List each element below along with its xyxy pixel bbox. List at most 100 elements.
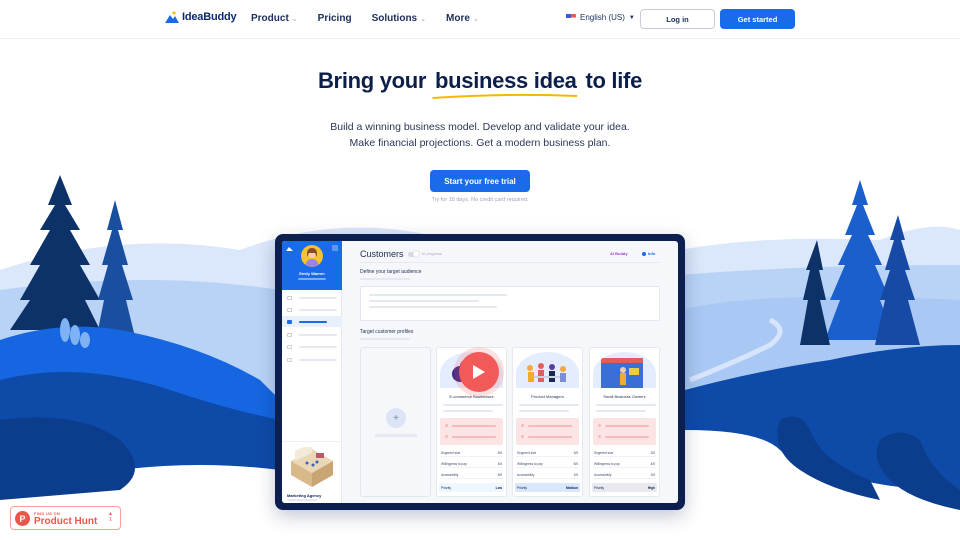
metric-row: Willingness to pay 5/5 bbox=[516, 460, 579, 468]
sidebar-item-customers[interactable] bbox=[282, 316, 342, 327]
info-button[interactable]: Info bbox=[642, 251, 655, 256]
language-selector[interactable]: English (US) ▼ bbox=[566, 13, 635, 22]
product-hunt-badge[interactable]: P FIND US ON Product Hunt ▲ 1 bbox=[10, 506, 121, 530]
placeholder-bar bbox=[596, 410, 646, 412]
metric-row: Segment size 5/5 bbox=[440, 449, 503, 457]
nav-product[interactable]: Product ⌄ bbox=[251, 13, 298, 24]
metric-value: 5/5 bbox=[497, 450, 502, 455]
priority-value: Low bbox=[495, 485, 502, 490]
profile-card-title: Product Managers bbox=[531, 394, 564, 399]
audience-textbox[interactable] bbox=[360, 286, 660, 321]
status-toggle[interactable] bbox=[408, 251, 419, 257]
document-icon bbox=[287, 344, 292, 349]
pain-points-box bbox=[440, 418, 503, 445]
metric-value: 3/5 bbox=[650, 450, 655, 455]
metric-label: Willingness to pay bbox=[517, 461, 543, 466]
hero-title-highlight: business idea bbox=[432, 68, 578, 99]
highlight-underline bbox=[432, 93, 578, 99]
placeholder-bar bbox=[452, 436, 496, 438]
play-video-button[interactable] bbox=[459, 352, 499, 392]
placeholder-bar bbox=[605, 436, 649, 438]
sidebar-item-2[interactable] bbox=[282, 304, 342, 315]
us-flag-icon bbox=[566, 14, 576, 21]
sidebar-item-4[interactable] bbox=[282, 329, 342, 340]
status-label: In progress bbox=[422, 251, 443, 256]
sidebar-item-label bbox=[299, 358, 337, 361]
metric-value: 5/5 bbox=[497, 472, 502, 477]
metric-label: Accessibility bbox=[517, 472, 535, 477]
sidebar-item-5[interactable] bbox=[282, 341, 342, 352]
add-profile-card[interactable]: + bbox=[360, 347, 431, 497]
placeholder-bar bbox=[287, 499, 317, 501]
get-started-button[interactable]: Get started bbox=[720, 9, 795, 29]
placeholder-bar bbox=[596, 404, 656, 406]
subtitle-line-2: Make financial projections. Get a modern… bbox=[349, 137, 611, 149]
sidebar-item-label bbox=[299, 333, 337, 336]
filter-icon bbox=[332, 245, 338, 251]
play-icon bbox=[473, 365, 485, 379]
priority-value: High bbox=[647, 485, 655, 490]
profile-card-title: E-commerce Businesses bbox=[449, 394, 494, 399]
nav-pricing-label: Pricing bbox=[317, 13, 352, 24]
placeholder-bar bbox=[452, 425, 496, 427]
sidebar-item-label bbox=[299, 345, 337, 348]
metric-label: Willingness to pay bbox=[441, 461, 467, 466]
metric-value: 5/5 bbox=[573, 461, 578, 466]
section-title-profiles: Target customer profiles bbox=[360, 329, 414, 335]
placeholder-bar bbox=[605, 425, 649, 427]
start-free-trial-button[interactable]: Start your free trial bbox=[430, 170, 530, 192]
nav-product-label: Product bbox=[251, 13, 289, 24]
metric-value: 2/5 bbox=[573, 472, 578, 477]
nav-pricing[interactable]: Pricing bbox=[318, 13, 352, 24]
metric-label: Segment size bbox=[517, 450, 537, 455]
metric-label: Segment size bbox=[441, 450, 461, 455]
placeholder-bar bbox=[369, 300, 479, 302]
metric-value: 3/5 bbox=[650, 472, 655, 477]
metric-row: Accessibility 3/5 bbox=[593, 471, 656, 479]
metric-row: Willingness to pay 4/5 bbox=[440, 460, 503, 468]
caret-down-icon: ▼ bbox=[628, 14, 635, 21]
nav-solutions[interactable]: Solutions ⌄ bbox=[372, 13, 426, 24]
placeholder-bar bbox=[443, 404, 503, 406]
logo-mountain-icon bbox=[165, 11, 179, 23]
bullet-dot bbox=[598, 435, 601, 438]
placeholder-bar bbox=[519, 410, 569, 412]
customers-icon bbox=[287, 319, 292, 324]
small-business-illustration bbox=[593, 352, 656, 388]
priority-value: Medium bbox=[565, 485, 578, 490]
sidebar-idea-card[interactable]: Marketing Agency bbox=[282, 441, 342, 503]
placeholder-bar bbox=[375, 434, 417, 437]
upvote-number: 1 bbox=[109, 517, 112, 523]
priority-label: Priority bbox=[441, 485, 451, 490]
priority-label: Priority bbox=[517, 485, 527, 490]
metric-label: Segment size bbox=[594, 450, 614, 455]
hero-title-post: to life bbox=[585, 68, 643, 93]
nav-more[interactable]: More ⌄ bbox=[446, 13, 479, 24]
brand-name: IdeaBuddy bbox=[182, 11, 237, 23]
sidebar-item-label bbox=[299, 320, 327, 323]
metric-row: Segment size 3/5 bbox=[516, 449, 579, 457]
profile-card[interactable]: Small Business Owners Segment size 3/5 Wi… bbox=[589, 347, 660, 497]
trial-note: Try for 15 days. No credit card required… bbox=[431, 197, 529, 203]
priority-row: Priority High bbox=[592, 483, 657, 492]
sidebar-item-label bbox=[299, 296, 337, 299]
language-label: English (US) bbox=[580, 13, 625, 22]
plus-icon: + bbox=[386, 408, 406, 428]
login-button[interactable]: Log in bbox=[640, 9, 715, 29]
avatar bbox=[301, 245, 323, 267]
metric-value: 4/5 bbox=[497, 461, 502, 466]
brand-logo[interactable]: IdeaBuddy bbox=[165, 11, 237, 23]
divider bbox=[360, 262, 660, 263]
sidebar-item-home[interactable] bbox=[282, 292, 342, 303]
profile-card[interactable]: Product Managers Segment size 3/5 Willing… bbox=[512, 347, 583, 497]
product-hunt-name: Product Hunt bbox=[34, 516, 98, 527]
chevron-down-icon: ⌄ bbox=[472, 15, 479, 23]
bullet-dot bbox=[521, 435, 524, 438]
sidebar-item-6[interactable] bbox=[282, 354, 342, 365]
priority-row: Priority Low bbox=[439, 483, 504, 492]
metric-label: Willingness to pay bbox=[594, 461, 620, 466]
user-subtitle-placeholder bbox=[298, 278, 326, 280]
ai-buddy-button[interactable]: AI Buddy bbox=[610, 251, 628, 256]
metric-row: Willingness to pay 4/5 bbox=[593, 460, 656, 468]
bullet-dot bbox=[445, 424, 448, 427]
